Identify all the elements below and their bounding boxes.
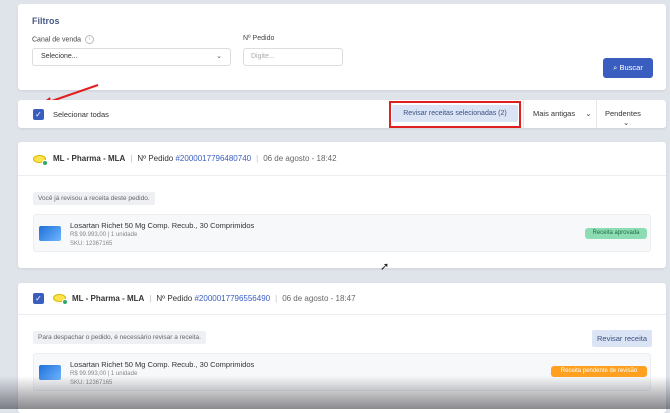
product-price: R$ 99.993,00 | 1 unidade [70,232,138,238]
product-sku: SKU: 12367165 [70,241,113,247]
canal-label: Canal de venda i [32,35,95,44]
status-dropdown-label: Pendentes [605,109,641,118]
product-price: R$ 99.993,00 | 1 unidade [70,371,138,377]
order-card: ML - Pharma - MLA | Nº Pedido #20000177964… [18,142,666,268]
search-button[interactable]: ⌕ Buscar [603,58,653,78]
product-name: Losartan Richet 50 Mg Comp. Recub., 30 C… [70,221,255,230]
canal-select-value: Selecione... [41,53,78,60]
order-number-link[interactable]: #2000017796556490 [194,294,270,303]
chevron-down-icon: ⌄ [585,109,592,118]
info-icon[interactable]: i [85,35,95,44]
select-all-label: Selecionar todas [53,110,109,119]
store-logo-icon [33,154,48,166]
canal-label-text: Canal de venda [32,36,82,44]
product-image [39,226,61,241]
review-prescription-button[interactable]: Revisar receita [592,330,652,347]
status-note: Para despachar o pedido, é necessário re… [33,331,206,344]
order-header: ML - Pharma - MLA | Nº Pedido #20000177965… [72,294,356,303]
pedido-label: Nº Pedido [243,35,275,42]
bulk-toolbar: ✓ Selecionar todas Revisar receitas sele… [18,100,666,128]
divider [18,314,666,315]
order-date: 06 de agosto - 18:47 [282,294,356,303]
store-logo-icon [53,293,68,305]
review-selected-button[interactable]: Revisar receitas selecionadas (2) [392,105,518,122]
divider [523,100,524,128]
status-badge: Receita aprovada [585,228,647,239]
order-card: ✓ ML - Pharma - MLA | Nº Pedido #200001779… [18,283,666,413]
status-dropdown[interactable]: Pendentes ⌄ [605,109,666,127]
product-item: Losartan Richet 50 Mg Comp. Recub., 30 C… [33,353,651,391]
product-image [39,365,61,380]
store-name: ML - Pharma - MLA [53,154,126,163]
product-item: Losartan Richet 50 Mg Comp. Recub., 30 C… [33,214,651,252]
sort-dropdown-label: Mais antigas [533,109,576,118]
canal-select[interactable]: Selecione... ⌄ [32,48,231,66]
chevron-down-icon: ⌄ [623,118,630,127]
order-header: ML - Pharma - MLA | Nº Pedido #20000177964… [53,154,337,163]
pedido-label: Nº Pedido [156,294,193,303]
order-number-link[interactable]: #2000017796480740 [175,154,251,163]
order-checkbox[interactable]: ✓ [33,293,44,304]
product-name: Losartan Richet 50 Mg Comp. Recub., 30 C… [70,360,255,369]
filters-panel: Filtros Canal de venda i Selecione... ⌄ N… [18,4,666,90]
divider [596,100,597,128]
select-all-checkbox[interactable]: ✓ [33,109,44,120]
filters-title: Filtros [32,16,60,26]
sort-dropdown[interactable]: Mais antigas ⌄ [533,109,592,118]
search-button-label: Buscar [619,63,643,72]
search-icon: ⌕ [613,63,618,72]
chevron-down-icon: ⌄ [216,53,222,60]
order-date: 06 de agosto - 18:42 [263,154,337,163]
pedido-input[interactable]: Digite... [243,48,343,66]
divider [18,175,666,176]
status-note: Você já revisou a receita deste pedido. [33,192,155,205]
product-sku: SKU: 12367165 [70,380,113,386]
mouse-cursor-icon: ➚ [380,261,390,273]
store-name: ML - Pharma - MLA [72,294,145,303]
pedido-label: Nº Pedido [137,154,174,163]
status-badge: Receita pendente de revisão [551,366,647,377]
